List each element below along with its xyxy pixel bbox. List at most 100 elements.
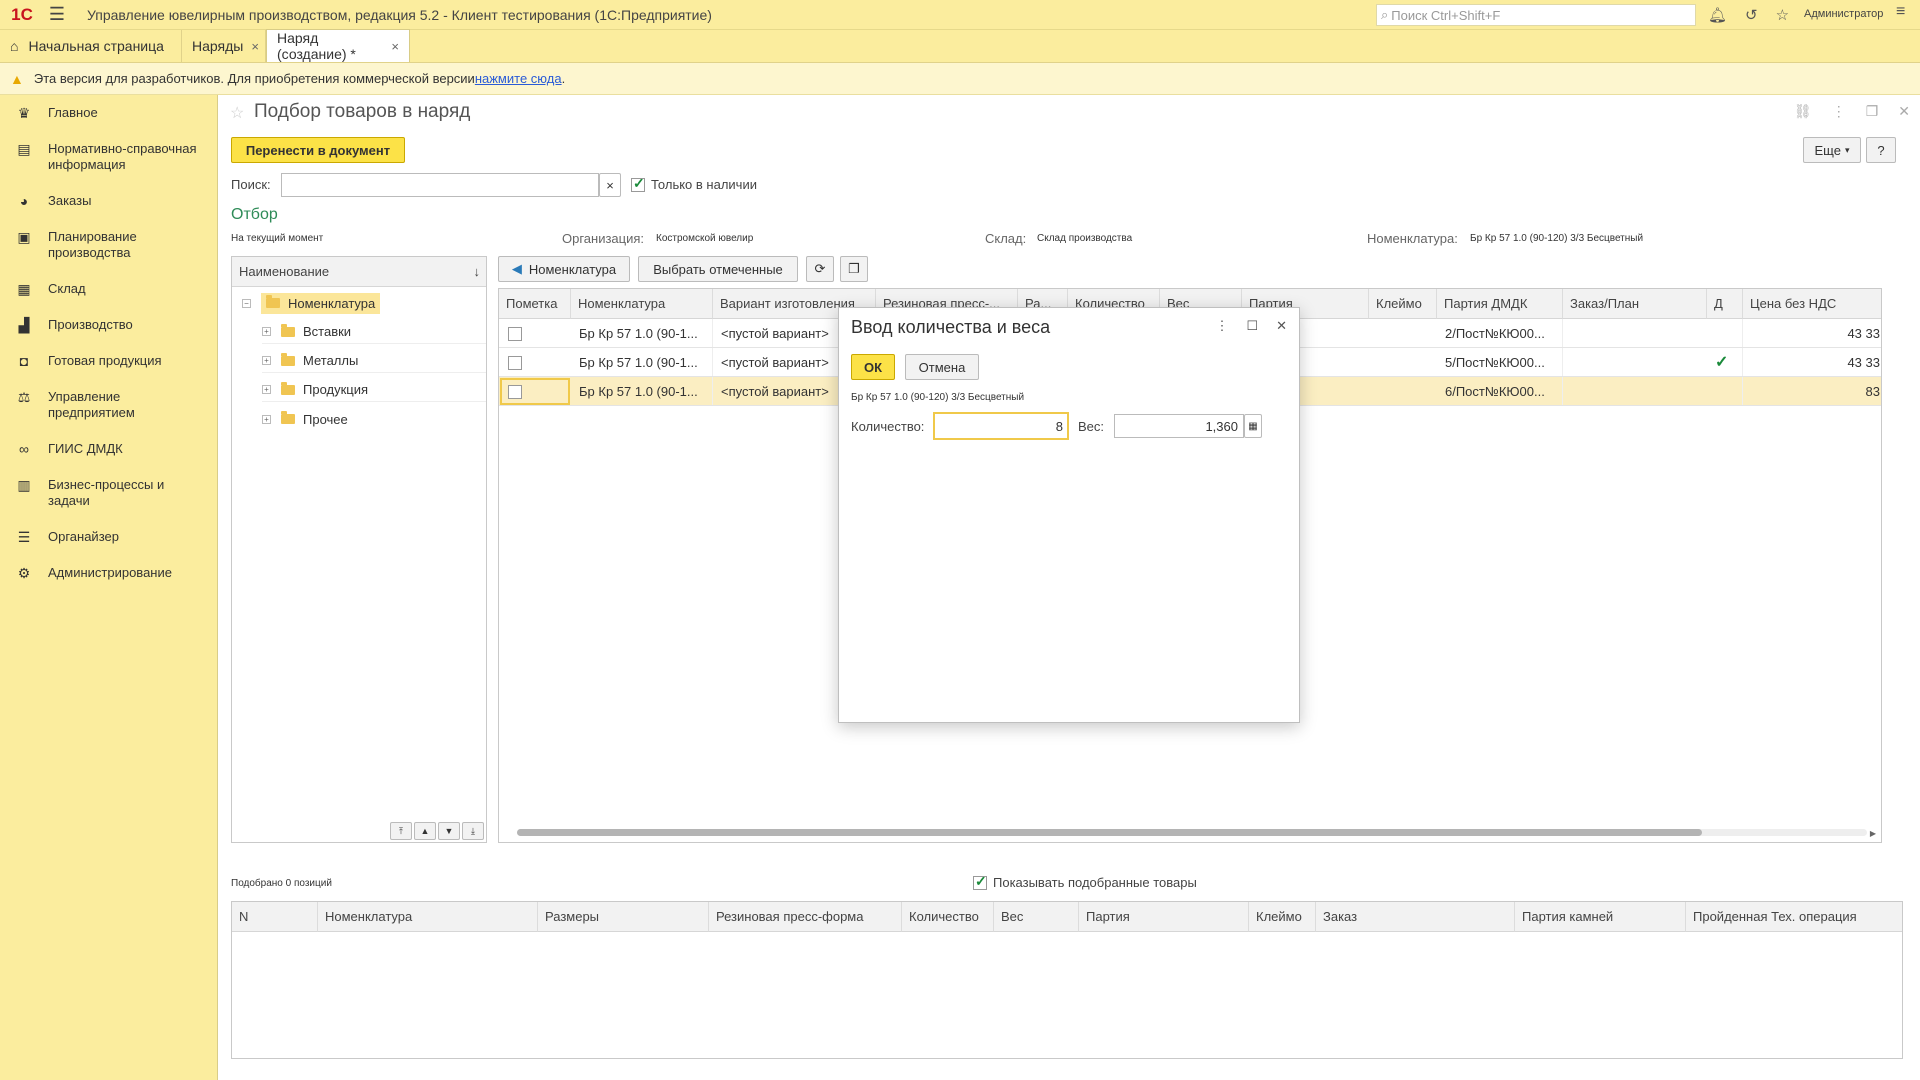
sidebar-item-management[interactable]: ⚖ Управление предприятием [0,389,218,421]
sidebar-item-orders[interactable]: ◕ Заказы [0,193,218,209]
window-icons: ⛓ ⋮ ❐ ✕ [1794,103,1910,120]
row-mark-checkbox[interactable] [508,356,522,370]
process-icon: ▥ [17,477,31,493]
gear-icon: ⚙ [17,565,31,581]
star-icon[interactable]: ☆ [1776,6,1789,24]
expand-icon[interactable]: + [262,356,271,365]
cancel-button[interactable]: Отмена [905,354,979,380]
refresh-icon[interactable]: ⟳ [806,256,834,282]
folder-icon [281,352,295,366]
help-button[interactable]: ? [1866,137,1896,163]
selected-goods-table: N Номенклатура Размеры Резиновая пресс-ф… [231,901,1903,1059]
global-search-input[interactable]: ⌕ Поиск Ctrl+Shift+F [1376,4,1696,26]
tree-item-products[interactable]: + Продукция [262,378,486,402]
sidebar-item-label: Готовая продукция [48,353,162,368]
sidebar-item-warehouse[interactable]: ▦ Склад [0,281,218,298]
collapse-icon[interactable]: − [242,298,251,308]
sidebar-item-admin[interactable]: ⚙ Администрирование [0,565,218,582]
sidebar-item-giis[interactable]: ∞ ГИИС ДМДК [0,441,218,457]
col-order[interactable]: Заказ [1316,902,1515,932]
expand-icon[interactable]: + [262,385,271,394]
sidebar-item-finished-goods[interactable]: ◘ Готовая продукция [0,353,218,369]
nomenclature-button[interactable]: ◀ Номенклатура [498,256,630,282]
clear-search-button[interactable]: × [599,173,621,197]
close-icon[interactable]: ✕ [1898,103,1910,120]
sidebar-item-main[interactable]: ♛ Главное [0,105,218,122]
expand-icon[interactable]: + [262,327,271,336]
col-dmdk-batch[interactable]: Партия ДМДК [1437,289,1563,319]
tree-item-other[interactable]: + Прочее [262,407,486,431]
sort-arrow-icon[interactable]: ↓ [474,264,481,279]
copy-icon[interactable]: ❐ [840,256,868,282]
tree-item-inserts[interactable]: + Вставки [262,320,486,344]
next-page-icon[interactable]: ▼ [438,822,460,840]
col-tech-operation[interactable]: Пройденная Тех. операция [1686,902,1902,932]
col-sizes[interactable]: Размеры [538,902,709,932]
row-mark-checkbox[interactable] [508,385,522,399]
bell-icon[interactable]: 🔔︎ [1708,6,1727,24]
sidebar-item-label: Управление предприятием [48,389,135,420]
quantity-input[interactable]: 8 [933,412,1069,440]
sidebar-item-planning[interactable]: ▣ Планирование производства [0,229,218,261]
col-order-plan[interactable]: Заказ/План [1563,289,1707,319]
col-n[interactable]: N [232,902,318,932]
last-page-icon[interactable]: ⤓ [462,822,484,840]
search-input[interactable] [281,173,599,197]
dialog-title: Ввод количества и веса [851,317,1051,337]
col-quantity[interactable]: Количество [902,902,994,932]
col-hallmark[interactable]: Клеймо [1249,902,1316,932]
main-menu-icon[interactable]: ≡ [1896,3,1905,21]
sidebar-item-production[interactable]: ▟ Производство [0,317,218,334]
close-icon[interactable]: ✕ [1276,318,1287,334]
expand-icon[interactable]: + [262,414,271,424]
tab-home[interactable]: ⌂ Начальная страница [0,30,182,62]
more-vert-icon[interactable]: ⋮ [1215,318,1228,334]
ok-button[interactable]: ОК [851,354,895,380]
tab-orders[interactable]: Наряды × [182,30,266,62]
col-weight[interactable]: Вес [994,902,1079,932]
restore-icon[interactable]: ❐ [1866,103,1879,120]
tree-item-metals[interactable]: + Металлы [262,349,486,373]
col-mark[interactable]: Пометка [499,289,571,319]
tree-header[interactable]: Наименование ↓ [232,257,486,287]
first-page-icon[interactable]: ⤒ [390,822,412,840]
row-mark-checkbox[interactable] [508,327,522,341]
tree-root-node[interactable]: Номенклатура [261,292,381,314]
col-price[interactable]: Цена без НДС [1743,289,1881,319]
history-icon[interactable]: ↺ [1745,6,1758,24]
calculator-icon[interactable]: ▦ [1244,414,1262,438]
col-batch[interactable]: Партия [1079,902,1249,932]
col-nomenclature[interactable]: Номенклатура [318,902,538,932]
col-hallmark[interactable]: Клеймо [1369,289,1437,319]
scroll-right-icon[interactable]: ▶ [1870,829,1876,838]
sidebar-item-organizer[interactable]: ☰ Органайзер [0,529,218,546]
scrollbar-thumb[interactable] [517,829,1702,836]
favorite-star-icon[interactable]: ☆ [230,103,244,123]
menu-icon[interactable]: ☰ [42,4,72,25]
close-icon[interactable]: × [251,39,259,54]
sidebar-item-reference[interactable]: ▤ Нормативно-справочная информация [0,141,218,173]
user-name[interactable]: Администратор [1804,8,1883,20]
col-d[interactable]: Д [1707,289,1743,319]
horizontal-scrollbar[interactable] [517,829,1867,836]
col-nomenclature[interactable]: Номенклатура [571,289,713,319]
col-stone-batch[interactable]: Партия камней [1515,902,1686,932]
close-icon[interactable]: × [391,39,399,54]
link-icon[interactable]: ⛓ [1794,103,1812,120]
sidebar-item-label: Заказы [48,193,92,208]
weight-input[interactable]: 1,360 [1114,414,1244,438]
only-available-checkbox[interactable] [631,175,645,192]
select-marked-button[interactable]: Выбрать отмеченные [638,256,798,282]
col-rubber-mold[interactable]: Резиновая пресс-форма [709,902,902,932]
more-button[interactable]: Еще ▾ [1803,137,1861,163]
tree-root[interactable]: − Номенклатура [242,291,381,315]
tab-order-create[interactable]: Наряд (создание) * × [266,29,410,62]
show-selected-checkbox[interactable] [973,873,987,890]
buy-link[interactable]: нажмите сюда [475,71,562,86]
transfer-to-document-button[interactable]: Перенести в документ [231,137,405,163]
row-price: 83 [1743,377,1881,405]
maximize-icon[interactable]: ☐ [1246,318,1258,334]
more-vert-icon[interactable]: ⋮ [1832,103,1846,120]
prev-page-icon[interactable]: ▲ [414,822,436,840]
sidebar-item-business-processes[interactable]: ▥ Бизнес-процессы и задачи [0,477,218,509]
